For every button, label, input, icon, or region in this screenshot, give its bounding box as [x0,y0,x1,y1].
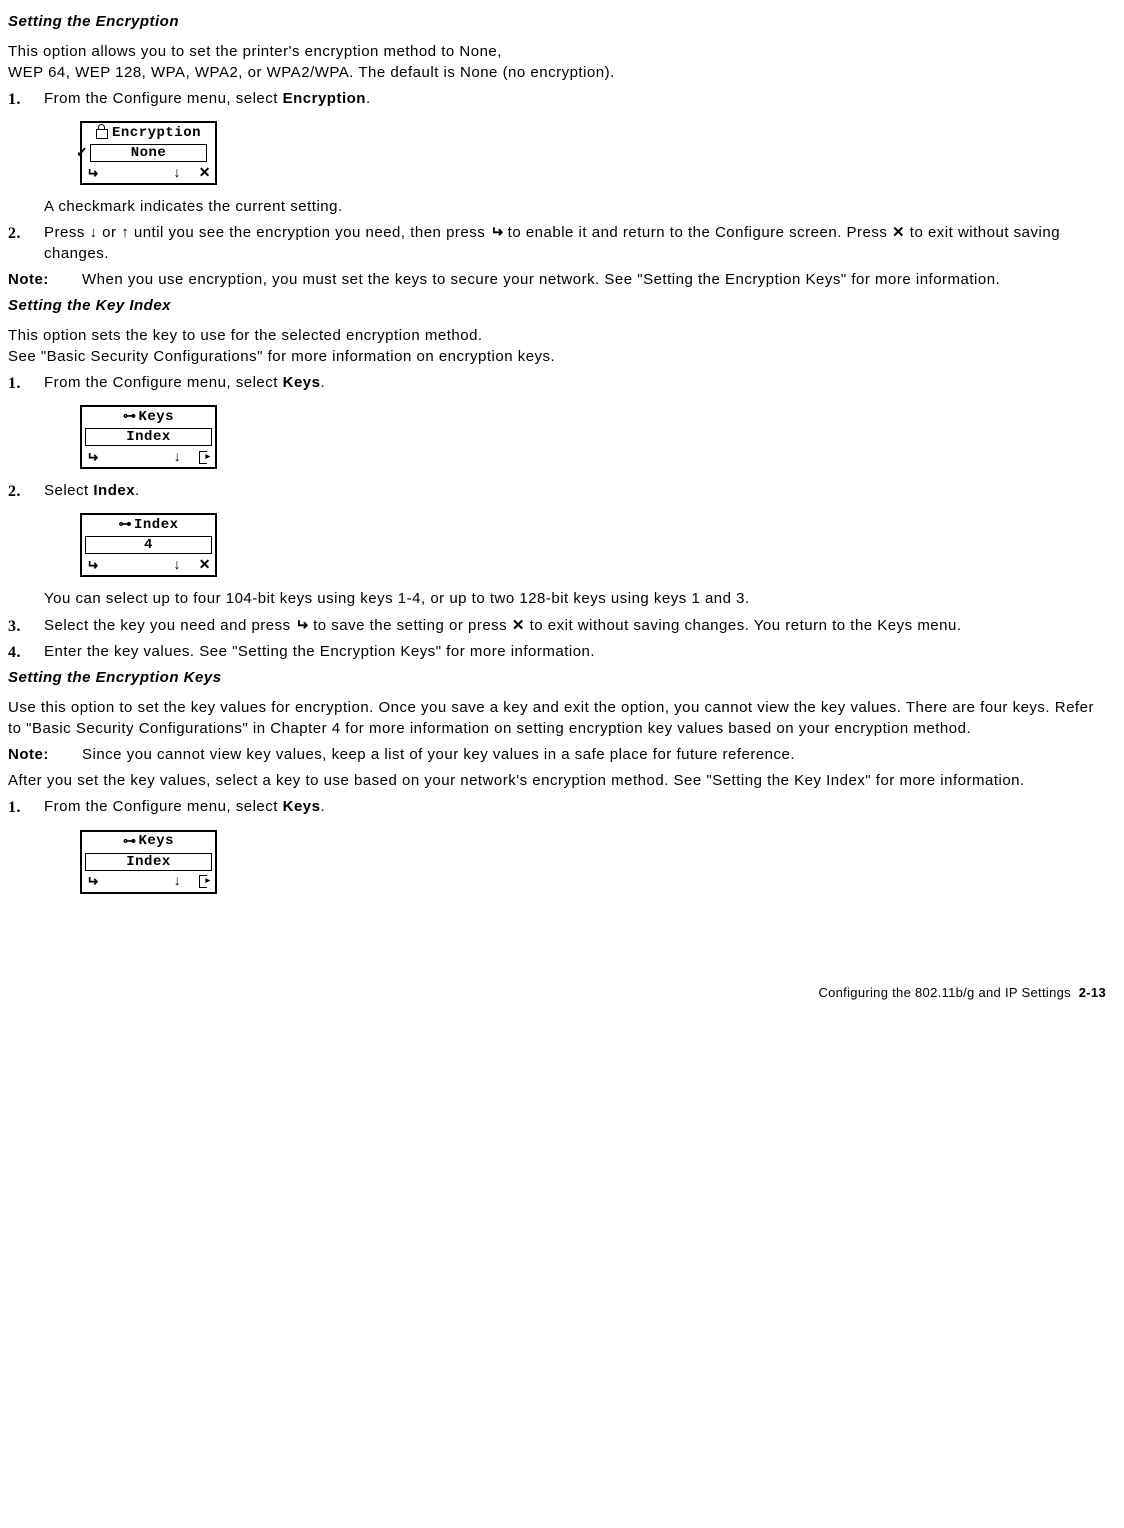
lcd-value: None [90,144,207,162]
lcd-title: Encryption [112,124,201,143]
heading-setting-encryption: Setting the Encryption [8,12,1106,32]
x-icon: ✕ [199,556,211,572]
step-number: 1. [8,373,21,395]
lcd-screenshot-keys: ⊶Keys Index ↓ [80,830,217,894]
step-number: 4. [8,642,21,664]
text-fragment: . [320,798,325,815]
step-text: From the Configure menu, select Encrypti… [44,89,1106,109]
lcd-title: Index [134,516,179,535]
enter-icon [86,448,98,467]
text-fragment: From the Configure menu, select [44,374,283,391]
text-line: This option sets the key to use for the … [8,327,483,344]
text-fragment: to save the setting or press [308,617,511,634]
exit-icon [199,875,211,887]
step-text: Select the key you need and press to sav… [44,616,1106,636]
text-fragment: Select the key you need and press [44,617,295,634]
step-text: A checkmark indicates the current settin… [44,197,1106,217]
heading-setting-encryption-keys: Setting the Encryption Keys [8,668,1106,688]
note-block: Note: When you use encryption, you must … [8,270,1106,290]
text-fragment: Press [44,224,90,241]
text-fragment: until you see the encryption you need, t… [129,224,490,241]
text-line: This option allows you to set the printe… [8,43,502,60]
down-arrow-icon: ↓ [174,448,182,464]
step-text: Select Index. [44,481,1106,501]
paragraph: Use this option to set the key values fo… [8,698,1106,739]
step-text: From the Configure menu, select Keys. [44,373,1106,393]
text-line: WEP 64, WEP 128, WPA, WPA2, or WPA2/WPA.… [8,64,615,81]
note-label: Note: [8,270,82,290]
text-fragment: From the Configure menu, select [44,90,283,107]
key-icon: ⊶ [123,407,137,425]
menu-name: Encryption [283,90,366,107]
text-fragment: to exit without saving changes. You retu… [525,617,962,634]
paragraph: This option sets the key to use for the … [8,326,1106,367]
text-fragment: . [366,90,371,107]
step-text: You can select up to four 104-bit keys u… [44,589,1106,609]
x-icon: ✕ [892,224,905,241]
enter-icon [490,224,503,241]
menu-name: Index [93,482,135,499]
text-fragment: . [320,374,325,391]
note-block: Note: Since you cannot view key values, … [8,745,1106,765]
text-fragment: From the Configure menu, select [44,798,283,815]
text-fragment: . [135,482,140,499]
lcd-screenshot-keys: ⊶Keys Index ↓ [80,405,217,469]
note-text: Since you cannot view key values, keep a… [82,745,1106,765]
footer-text: Configuring the 802.11b/g and IP Setting… [818,985,1071,1000]
text-fragment: or [98,224,122,241]
key-icon: ⊶ [123,832,137,850]
lcd-value: 4 [85,536,212,554]
menu-name: Keys [283,374,321,391]
enter-icon [86,556,98,575]
note-label: Note: [8,745,82,765]
text-fragment: to enable it and return to the Configure… [503,224,892,241]
lcd-screenshot-index: ⊶Index 4 ↓ ✕ [80,513,217,577]
x-icon: ✕ [199,164,211,180]
enter-icon [86,872,98,891]
paragraph: This option allows you to set the printe… [8,42,1106,83]
step-number: 1. [8,797,21,819]
step-text: From the Configure menu, select Keys. [44,797,1106,817]
step-number: 2. [8,481,21,503]
step-number: 2. [8,223,21,245]
lcd-screenshot-encryption: Encryption None ↓ ✕ [80,121,217,185]
down-arrow-icon: ↓ [174,872,182,888]
lcd-title: Keys [138,408,174,427]
text-line: See "Basic Security Configurations" for … [8,348,555,365]
step-text: Press ↓ or ↑ until you see the encryptio… [44,223,1106,264]
step-number: 1. [8,89,21,111]
enter-icon [295,617,308,634]
note-text: When you use encryption, you must set th… [82,270,1106,290]
lock-icon [96,129,108,139]
exit-icon [199,451,211,463]
step-text: Enter the key values. See "Setting the E… [44,642,1106,662]
menu-name: Keys [283,798,321,815]
paragraph: After you set the key values, select a k… [8,771,1106,791]
text-fragment: Select [44,482,93,499]
lcd-value: Index [85,428,212,446]
down-arrow-icon: ↓ [90,224,98,241]
step-number: 3. [8,616,21,638]
lcd-value: Index [85,853,212,871]
page-footer: Configuring the 802.11b/g and IP Setting… [8,984,1106,1002]
down-arrow-icon: ↓ [173,556,181,572]
x-icon: ✕ [512,617,525,634]
up-arrow-icon: ↑ [121,224,129,241]
lcd-title: Keys [138,832,174,851]
key-icon: ⊶ [118,515,132,533]
page-number: 2-13 [1079,985,1106,1000]
enter-icon [86,164,98,183]
heading-setting-key-index: Setting the Key Index [8,296,1106,316]
down-arrow-icon: ↓ [173,164,181,180]
